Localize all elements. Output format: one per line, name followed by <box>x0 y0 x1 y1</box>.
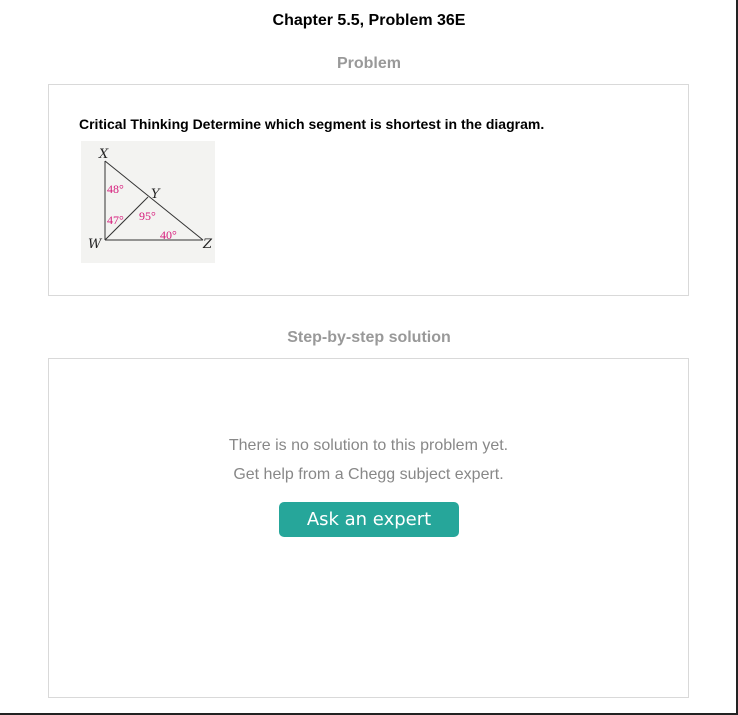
page-title: Chapter 5.5, Problem 36E <box>272 12 466 29</box>
triangle-diagram-svg: X Y W Z 48° 47° 95° 40° <box>88 147 213 252</box>
angle-48-label: 48° <box>107 182 124 196</box>
angle-95-label: 95° <box>139 209 156 223</box>
angle-40-label: 40° <box>160 228 177 242</box>
no-solution-message: There is no solution to this problem yet… <box>228 437 509 454</box>
vertex-y-label: Y <box>151 187 161 202</box>
problem-card: Critical Thinking Determine which segmen… <box>48 84 689 296</box>
expert-help-message: Get help from a Chegg subject expert. <box>233 466 504 483</box>
solution-card: There is no solution to this problem yet… <box>48 358 689 698</box>
problem-text: Critical Thinking Determine which segmen… <box>79 116 545 132</box>
vertex-x-label: X <box>98 147 109 162</box>
solution-heading: Step-by-step solution <box>287 329 451 346</box>
ask-an-expert-button[interactable]: Ask an expert <box>279 502 459 537</box>
problem-heading: Problem <box>336 55 401 72</box>
vertex-w-label: W <box>88 237 103 252</box>
vertex-z-label: Z <box>202 237 213 252</box>
angle-47-label: 47° <box>107 213 124 227</box>
triangle-diagram: X Y W Z 48° 47° 95° 40° <box>81 141 215 263</box>
